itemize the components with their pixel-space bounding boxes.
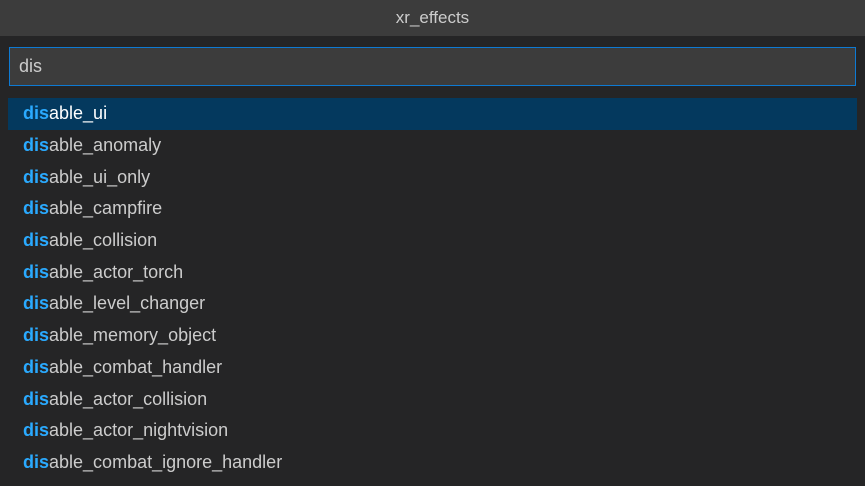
list-item-match: dis [23, 388, 50, 409]
list-item-match: dis [23, 198, 50, 219]
list-item[interactable]: dis able_collision [8, 225, 857, 257]
list-item-match: dis [23, 325, 50, 346]
list-item-match: dis [23, 356, 50, 377]
list-item-label: able_actor_torch [49, 261, 184, 282]
list-item[interactable]: dis able_memory_object [8, 320, 857, 352]
list-item[interactable]: dis able_campfire [8, 193, 857, 225]
list-item-match: dis [23, 103, 50, 124]
list-item[interactable]: dis able_ui_only [8, 161, 857, 193]
list-item-label: able_anomaly [49, 135, 162, 156]
list-item[interactable]: dis able_combat_handler [8, 352, 857, 384]
list-item-label: able_collision [49, 230, 158, 251]
list-item-label: able_actor_collision [49, 388, 208, 409]
list-item-match: dis [23, 451, 50, 472]
list-item-label: able_campfire [49, 198, 163, 219]
list-item[interactable]: dis able_actor_collision [8, 383, 857, 415]
list-item-label: able_combat_handler [49, 356, 223, 377]
list-item[interactable]: dis able_anomaly [8, 130, 857, 162]
list-item-label: able_ui [49, 103, 108, 124]
search-input[interactable] [9, 47, 856, 86]
list-item-label: able_actor_nightvision [49, 420, 229, 441]
list-item-match: dis [23, 420, 50, 441]
list-item-label: able_level_changer [49, 293, 206, 314]
picker-title-bar: xr_effects [0, 0, 865, 36]
list-item-match: dis [23, 166, 50, 187]
list-item-match: dis [23, 261, 50, 282]
search-input-wrapper [0, 36, 865, 86]
list-item[interactable]: dis able_ui [8, 98, 857, 130]
list-item-match: dis [23, 135, 50, 156]
list-item[interactable]: dis able_actor_torch [8, 256, 857, 288]
list-item[interactable]: dis able_actor_nightvision [8, 415, 857, 447]
list-item-match: dis [23, 230, 50, 251]
list-item-label: able_memory_object [49, 325, 217, 346]
list-item-label: able_combat_ignore_handler [49, 451, 283, 472]
results-list: dis able_ui dis able_anomaly dis able_ui_only… [0, 98, 865, 478]
list-item[interactable]: dis able_combat_ignore_handler [8, 447, 857, 479]
picker-title: xr_effects [395, 8, 470, 27]
list-item-label: able_ui_only [49, 166, 151, 187]
quick-pick-panel: xr_effects disable_uidisable_anomalydisa… [0, 0, 865, 486]
list-item[interactable]: dis able_level_changer [8, 288, 857, 320]
list-item-match: dis [23, 293, 50, 314]
